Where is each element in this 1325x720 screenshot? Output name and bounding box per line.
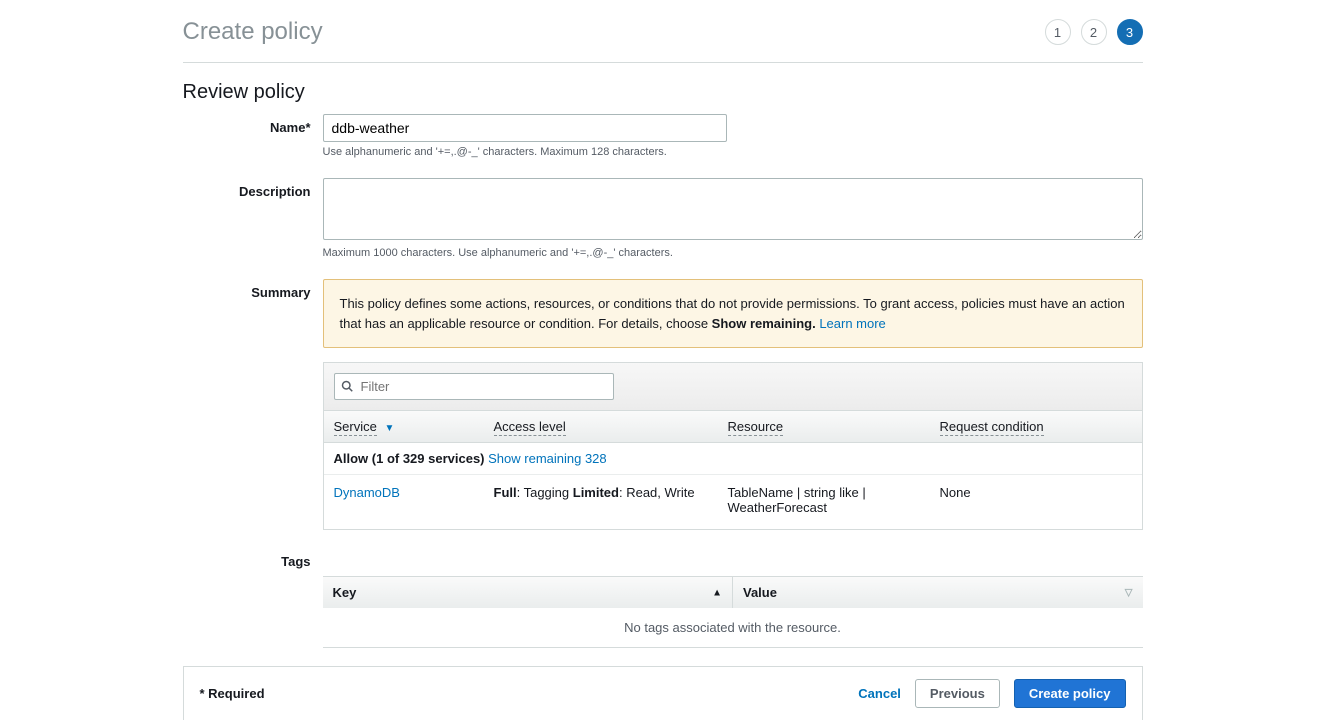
tags-header-value[interactable]: Value ▽ (732, 577, 1143, 608)
chevron-down-icon: ▼ (384, 423, 394, 434)
filter-input[interactable] (334, 373, 614, 400)
header-access-level[interactable]: Access level (484, 411, 718, 442)
header-resource[interactable]: Resource (718, 411, 930, 442)
summary-label: Summary (183, 279, 323, 300)
tags-header-key[interactable]: Key ▲ (323, 577, 733, 608)
service-link[interactable]: DynamoDB (334, 485, 400, 500)
create-policy-button[interactable]: Create policy (1014, 679, 1126, 708)
summary-warning: This policy defines some actions, resour… (323, 279, 1143, 348)
cancel-button[interactable]: Cancel (858, 686, 901, 701)
name-label: Name* (183, 114, 323, 135)
step-3[interactable]: 3 (1117, 19, 1143, 45)
resource-cell: TableName | string like | WeatherForecas… (728, 485, 940, 515)
previous-button[interactable]: Previous (915, 679, 1000, 708)
condition-cell: None (940, 485, 1132, 515)
tags-empty-message: No tags associated with the resource. (323, 608, 1143, 647)
wizard-steps: 1 2 3 (1045, 19, 1143, 45)
show-remaining-link[interactable]: Show remaining 328 (488, 451, 607, 466)
footer-bar: * Required Cancel Previous Create policy (183, 666, 1143, 720)
page-title: Create policy (183, 18, 323, 46)
permissions-table: Service ▼ Access level Resource Request … (323, 362, 1143, 530)
sort-desc-icon: ▽ (1125, 587, 1133, 598)
tags-label: Tags (183, 548, 323, 569)
tags-table: Key ▲ Value ▽ No tags associated with th… (323, 576, 1143, 648)
description-hint: Maximum 1000 characters. Use alphanumeri… (323, 247, 1143, 259)
description-label: Description (183, 178, 323, 199)
table-row: DynamoDB Full: Tagging Limited: Read, Wr… (324, 475, 1142, 529)
step-2[interactable]: 2 (1081, 19, 1107, 45)
allow-summary-row: Allow (1 of 329 services) Show remaining… (324, 443, 1142, 475)
summary-show-remaining: Show remaining. (712, 316, 816, 331)
header-request-condition[interactable]: Request condition (930, 411, 1142, 442)
header-service[interactable]: Service ▼ (324, 411, 484, 442)
section-title: Review policy (183, 81, 1143, 104)
search-icon (341, 379, 353, 395)
name-input[interactable] (323, 114, 727, 142)
learn-more-link[interactable]: Learn more (819, 316, 885, 331)
description-textarea[interactable] (323, 178, 1143, 240)
sort-asc-icon: ▲ (712, 587, 722, 598)
required-note: * Required (200, 686, 265, 701)
name-hint: Use alphanumeric and '+=,.@-_' character… (323, 146, 1143, 158)
step-1[interactable]: 1 (1045, 19, 1071, 45)
access-level-cell: Full: Tagging Limited: Read, Write (494, 485, 728, 515)
